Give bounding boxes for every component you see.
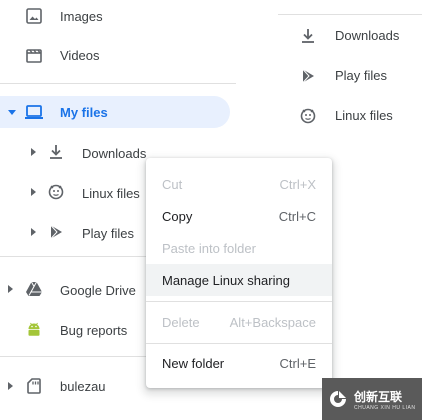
download-icon [46,142,66,162]
sidebar-item-label: Play files [82,226,135,241]
sidebar-item-play-files[interactable]: Play files [0,216,146,248]
android-icon [24,319,44,339]
menu-item-shortcut: Ctrl+X [279,176,316,192]
sidebar-item-label: Google Drive [60,283,136,298]
laptop-icon [24,102,44,122]
watermark-subtext: CHUANG XIN HU LIAN [354,404,416,411]
menu-item-paste-into-folder[interactable]: Paste into folder [146,232,332,264]
list-item[interactable]: Downloads [278,20,422,52]
sidebar-divider [0,83,236,84]
menu-item-cut[interactable]: Cut Ctrl+X [146,168,332,200]
sidebar-item-label: Linux files [82,186,140,201]
menu-item-label: Paste into folder [162,240,256,256]
sidebar-item-label: Bug reports [60,323,128,338]
menu-separator [146,301,332,302]
expand-arrow-icon[interactable] [31,148,36,156]
watermark-logo: 创新互联 CHUANG XIN HU LIAN [322,378,422,420]
expand-arrow-icon[interactable] [8,382,13,390]
sidebar-divider [0,256,146,257]
list-item[interactable]: Play files [278,60,422,92]
list-item-label: Play files [335,68,388,83]
sidebar-divider [0,356,146,357]
linux-icon [298,106,318,126]
collapse-arrow-icon[interactable] [8,110,16,115]
list-item-label: Downloads [335,28,400,43]
drive-icon [24,279,44,299]
play-icon [46,222,66,242]
menu-item-label: Copy [162,208,193,224]
download-icon [298,26,318,46]
menu-item-shortcut: Alt+Backspace [229,314,316,330]
list-item-label: Linux files [335,108,393,123]
menu-item-shortcut: Ctrl+E [279,355,316,371]
menu-item-shortcut: Ctrl+C [278,208,316,224]
file-list: Downloads Play files Linux files [278,0,422,140]
watermark-icon [328,389,348,409]
sidebar-item-bug-reports[interactable]: Bug reports [0,313,146,345]
sd-card-icon [24,376,44,396]
sidebar-item-label: bulezau [60,379,106,394]
expand-arrow-icon[interactable] [31,228,36,236]
sidebar-item-label: Downloads [82,146,147,161]
sidebar-item-label: Videos [60,48,100,63]
menu-item-copy[interactable]: Copy Ctrl+C [146,200,332,232]
expand-arrow-icon[interactable] [8,285,13,293]
video-icon [24,46,44,66]
menu-item-label: New folder [162,355,225,371]
linux-icon [46,182,66,202]
menu-separator [146,343,332,344]
menu-item-manage-linux-sharing[interactable]: Manage Linux sharing [146,264,332,296]
image-icon [24,6,44,26]
sidebar-item-label: My files [60,105,108,120]
sidebar-item-label: Images [60,9,103,24]
menu-item-label: Cut [162,176,183,192]
menu-item-label: Delete [162,314,200,330]
menu-item-new-folder[interactable]: New folder Ctrl+E [146,347,332,379]
sidebar-item-images[interactable]: Images [0,0,230,32]
expand-arrow-icon[interactable] [31,188,36,196]
menu-item-delete[interactable]: Delete Alt+Backspace [146,306,332,338]
sidebar-item-videos[interactable]: Videos [0,40,230,72]
sidebar-item-my-files[interactable]: My files [0,96,230,128]
menu-item-label: Manage Linux sharing [162,272,290,288]
list-item[interactable]: Linux files [278,100,422,132]
watermark-text: 创新互联 [354,389,403,404]
sidebar-item-google-drive[interactable]: Google Drive [0,273,146,305]
sidebar-item-downloads[interactable]: Downloads [0,136,146,168]
sidebar-item-linux-files[interactable]: Linux files [0,176,146,208]
play-icon [298,66,318,86]
context-menu: Cut Ctrl+X Copy Ctrl+C Paste into folder… [146,158,332,388]
list-header-divider [278,14,422,15]
